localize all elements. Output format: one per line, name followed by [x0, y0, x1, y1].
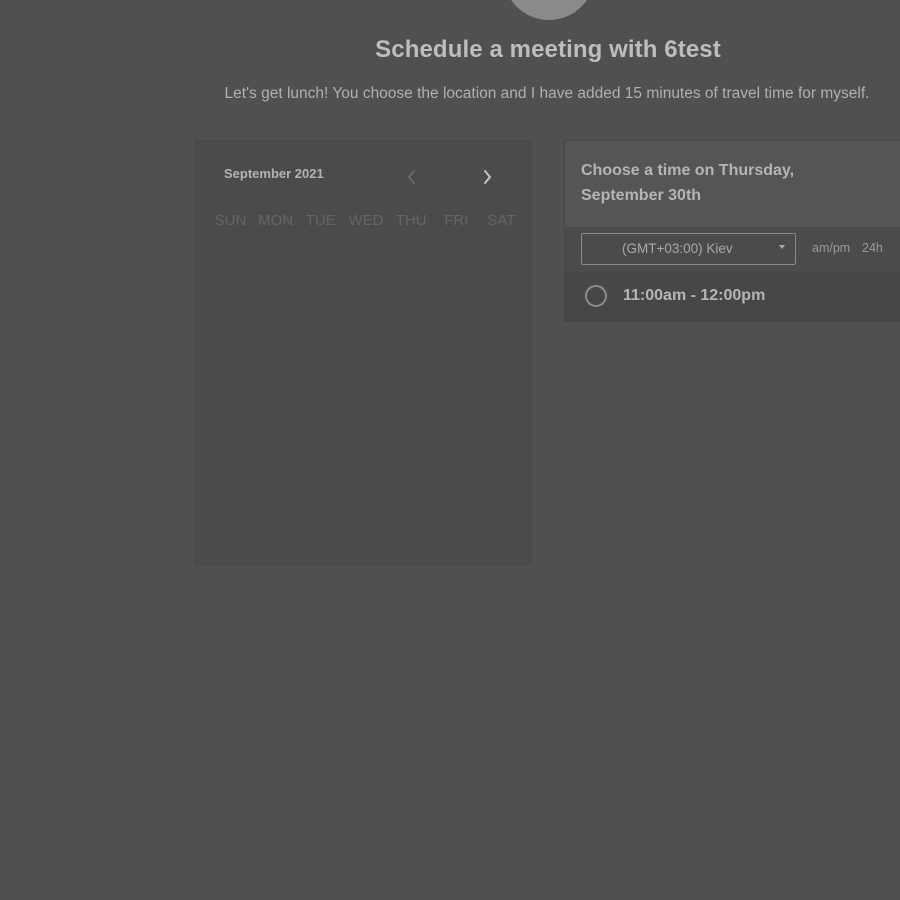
- 24h-format-toggle[interactable]: 24h: [862, 241, 883, 255]
- weekday-label: SAT: [487, 212, 516, 229]
- weekday-label: TUE: [305, 212, 336, 229]
- time-slot-label: 11:00am - 12:00pm: [623, 287, 766, 304]
- time-slot-option[interactable]: 11:00am - 12:00pm: [565, 273, 900, 321]
- time-selection-panel: Choose a time on Thursday, September 30t…: [564, 140, 900, 322]
- page-title: Schedule a meeting with 6test: [375, 36, 721, 63]
- weekday-label: MON: [258, 212, 294, 229]
- page-description: Let's get lunch! You choose the location…: [224, 85, 870, 102]
- calendar-month-label: September 2021: [224, 166, 324, 181]
- chevron-left-icon: [408, 170, 415, 184]
- ampm-format-toggle[interactable]: am/pm: [812, 241, 850, 255]
- next-month-button[interactable]: [477, 167, 497, 187]
- calendar-panel: September 2021 SUN MON TUE WED THU FRI S…: [195, 140, 531, 565]
- weekday-label: SUN: [214, 212, 247, 229]
- weekday-header: SUN MON TUE WED THU FRI SAT: [208, 212, 524, 229]
- weekday-label: THU: [395, 212, 427, 229]
- avatar: [503, 0, 595, 20]
- scheduling-page: Schedule a meeting with 6test Let's get …: [0, 0, 900, 900]
- time-panel-header: Choose a time on Thursday, September 30t…: [565, 141, 900, 227]
- timezone-select[interactable]: (GMT+03:00) Kiev: [581, 233, 796, 265]
- weekday-label: WED: [348, 212, 384, 229]
- timezone-value: (GMT+03:00) Kiev: [622, 241, 733, 256]
- selected-date-heading: Choose a time on Thursday, September 30t…: [581, 162, 795, 204]
- chevron-right-icon: [484, 170, 491, 184]
- previous-month-button[interactable]: [402, 167, 422, 187]
- weekday-label: FRI: [444, 212, 469, 229]
- caret-down-icon: [779, 245, 785, 249]
- radio-icon[interactable]: [585, 285, 607, 307]
